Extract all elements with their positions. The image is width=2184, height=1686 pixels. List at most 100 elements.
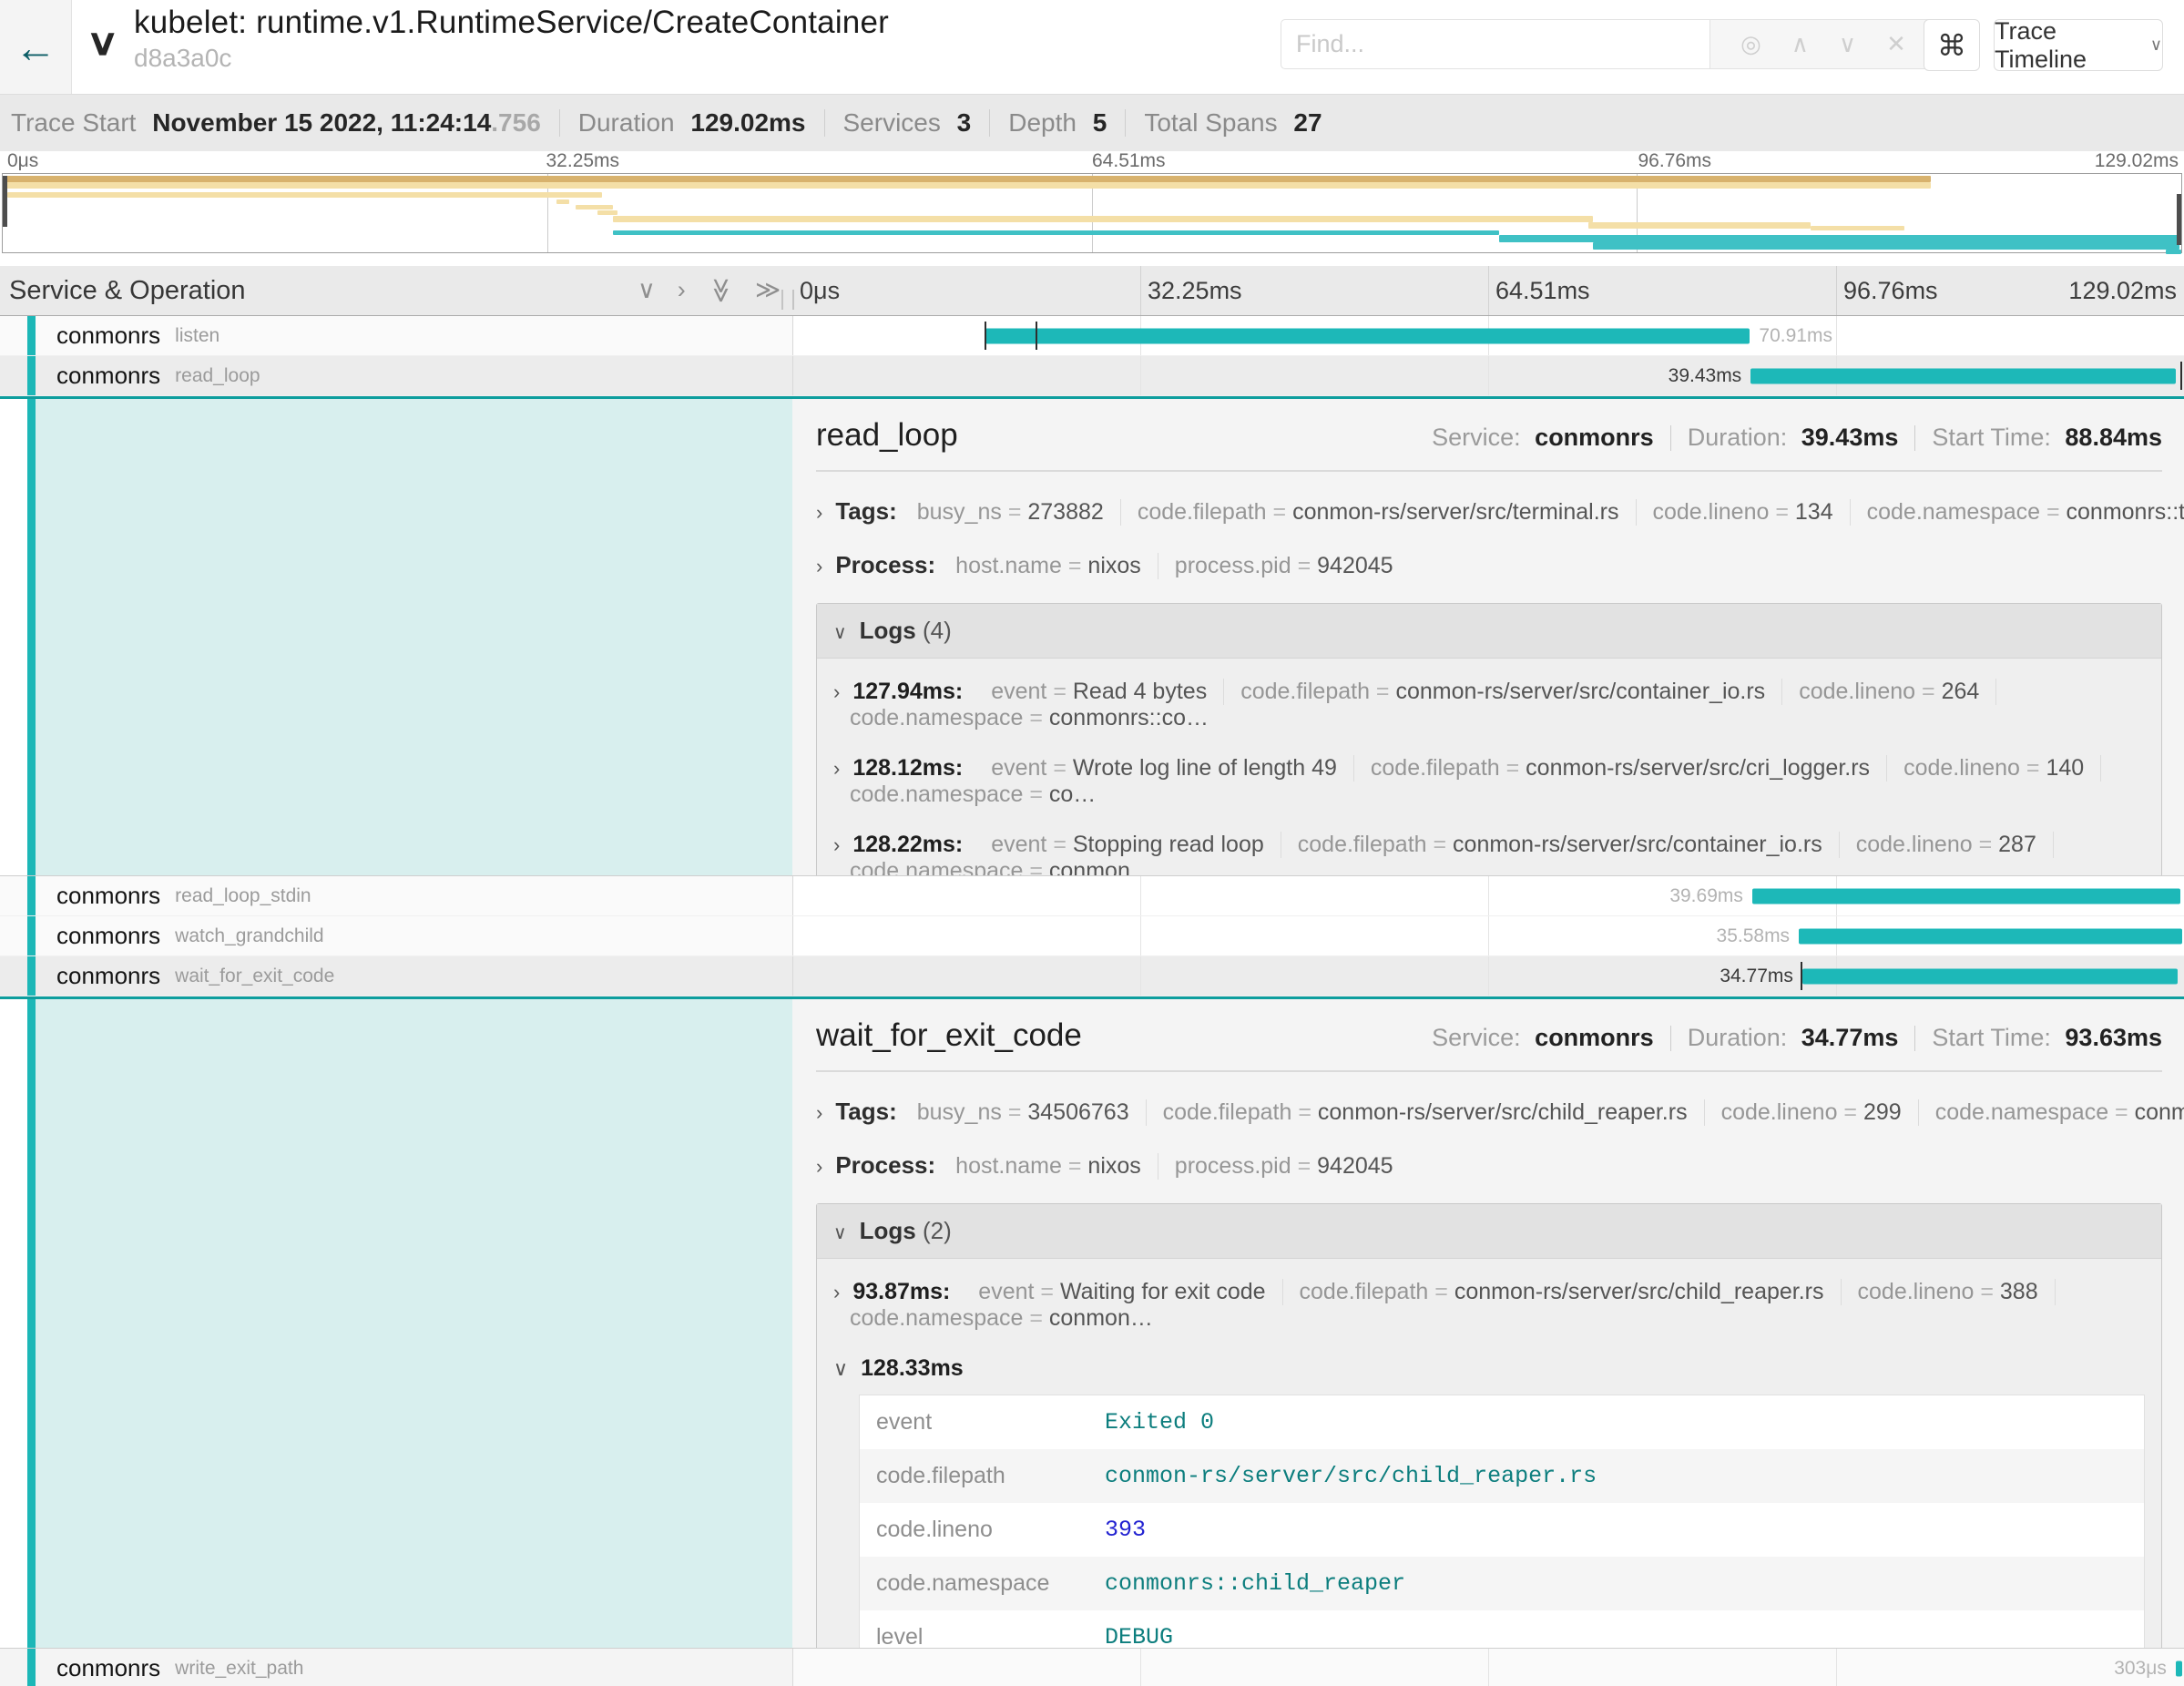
span-timeline-cell[interactable]: 39.43ms [792,356,2184,395]
divider [559,109,560,137]
service-color-indicator [27,876,36,915]
span-meta: Service: conmonrsDuration: 34.77msStart … [1432,1024,2162,1052]
logs-header[interactable]: ∨Logs (2) [817,1204,2161,1259]
span-duration-bar[interactable] [2176,1660,2182,1676]
divider [1914,425,1915,451]
back-button[interactable]: ← [0,0,72,94]
span-timeline-cell[interactable]: 35.58ms [792,916,2184,955]
view-selector-label: Trace Timeline [1995,17,2141,74]
log-field-row: code.namespaceconmonrs::child_reaper [860,1557,2145,1610]
logs-count: (4) [923,617,952,644]
log-field-key: code.filepath [860,1449,1089,1503]
log-timestamp: 128.22ms: [852,832,969,858]
chevron-right-icon: › [833,833,840,857]
kv-value: 942045 [1317,553,1393,578]
minimap-span-bar [3,182,1931,189]
page-header: ← ∨ kubelet: runtime.v1.RuntimeService/C… [0,0,2184,94]
log-field-value: Exited 0 [1088,1395,2145,1450]
operation-name: read_loop [175,365,260,387]
process-row[interactable]: ›Process:host.name = nixosprocess.pid = … [816,551,2162,579]
kv-key: event [991,832,1046,857]
collapse-one-icon[interactable]: ∨ [638,277,656,304]
span-timeline-cell[interactable]: 303μs [792,1649,2184,1686]
span-row-read_loop[interactable]: conmonrsread_loop39.43ms [0,356,2184,396]
column-boundary-line [792,316,793,355]
view-selector-button[interactable]: Trace Timeline ∨ [1994,19,2163,71]
timeline-tick-label: 32.25ms [1148,277,1242,305]
span-duration-bar[interactable] [1752,888,2180,904]
span-name-cell[interactable]: conmonrsread_loop [0,356,792,395]
span-row-watch_grandchild[interactable]: conmonrswatch_grandchild35.58ms [0,916,2184,956]
tags-row[interactable]: ›Tags:busy_ns = 273882code.filepath = co… [816,497,2162,526]
timeline-gridline [1836,316,1837,355]
minimap-right-scrubber[interactable] [2177,194,2181,245]
locate-match-icon[interactable]: ◎ [1740,30,1761,58]
log-field-row: code.filepathconmon-rs/server/src/child_… [860,1449,2145,1503]
log-field-pill: code.namespace = conmon… [833,858,1169,875]
minimap-span-bar [597,210,617,215]
log-entry[interactable]: ›128.12ms: event = Wrote log line of len… [817,735,2161,812]
span-row-read_loop_stdin[interactable]: conmonrsread_loop_stdin39.69ms [0,876,2184,916]
expand-one-icon[interactable]: › [678,277,686,304]
detail-title-row: wait_for_exit_codeService: conmonrsDurat… [816,1017,2162,1054]
detail-title-row: read_loop Service: conmonrsDuration: 39.4… [816,417,2162,454]
log-entry[interactable]: ›128.22ms: event = Stopping read loopcod… [817,812,2161,875]
minimap-span-bar [556,199,569,204]
span-name-cell[interactable]: conmonrswait_for_exit_code [0,956,792,996]
span-timeline-cell[interactable]: 39.69ms [792,876,2184,915]
tags-row[interactable]: ›Tags:busy_ns = 34506763code.filepath = … [816,1098,2162,1126]
meta-value: 88.84ms [2065,424,2162,452]
chevron-right-icon: › [833,757,840,781]
process-label: Process: [835,551,935,579]
span-duration-bar[interactable] [1799,928,2182,944]
collapse-header-icon[interactable]: ∨ [86,22,119,64]
span-timeline-cell[interactable]: 34.77ms [792,956,2184,996]
kv-key: code.namespace [850,1305,1023,1331]
span-row-listen[interactable]: conmonrslisten70.91ms [0,316,2184,356]
log-entry[interactable]: ›93.87ms: event = Waiting for exit codec… [817,1259,2161,1335]
span-name-cell[interactable]: conmonrswrite_exit_path [0,1649,792,1686]
chevron-right-icon: › [816,501,822,525]
summary-value: 27 [1293,108,1322,138]
span-duration-bar[interactable] [1750,368,2176,383]
next-match-icon[interactable]: ∨ [1839,30,1856,58]
log-entry[interactable]: ∨128.33ms [817,1335,2161,1385]
divider [989,109,990,137]
kv-key: code.lineno [1856,832,1973,857]
minimap-left-scrubber[interactable] [3,176,7,227]
log-entry[interactable]: ›127.94ms: event = Read 4 bytescode.file… [817,659,2161,735]
collapse-all-icon[interactable]: ≫ [707,278,734,303]
kv-equals: = [2020,755,2046,781]
span-row-write_exit_path[interactable]: conmonrswrite_exit_path303μs [0,1649,2184,1686]
process-row[interactable]: ›Process:host.name = nixosprocess.pid = … [816,1151,2162,1180]
kv-value: conmon-rs/server/src/container_io.rs [1395,679,1765,704]
keyboard-shortcuts-button[interactable]: ⌘ [1924,19,1980,71]
kv-value: conmon-rs/server/src/cri_logger.rs [1526,755,1870,781]
span-name-cell[interactable]: conmonrslisten [0,316,792,355]
minimap-canvas[interactable] [2,173,2182,253]
span-timeline-cell[interactable]: 70.91ms [792,316,2184,355]
service-name: conmonrs [56,882,160,910]
minimap-span-bar [613,230,1500,235]
clear-find-icon[interactable]: ✕ [1886,30,1906,58]
span-name-cell[interactable]: conmonrswatch_grandchild [0,916,792,955]
find-input[interactable] [1281,19,1709,69]
expand-all-icon[interactable]: ≫ [755,277,781,304]
process-pill: process.pid = 942045 [1158,1153,1410,1180]
chevron-right-icon: › [816,1101,822,1125]
span-duration-bar[interactable] [985,328,1750,343]
tag-pill: busy_ns = 273882 [901,499,1121,526]
span-duration-bar[interactable] [1802,968,2178,984]
column-resize-handle[interactable] [781,290,794,310]
logs-section: ∨Logs (2)›93.87ms: event = Waiting for e… [816,1203,2162,1648]
span-name: read_loop [816,417,958,454]
span-meta: Service: conmonrsDuration: 39.43msStart … [1432,424,2162,452]
span-row-wait_for_exit_code[interactable]: conmonrswait_for_exit_code34.77ms [0,956,2184,996]
operation-name: listen [175,325,219,347]
span-name-cell[interactable]: conmonrsread_loop_stdin [0,876,792,915]
prev-match-icon[interactable]: ∧ [1791,30,1809,58]
chevron-down-icon: ∨ [833,623,847,643]
timeline-tick-label: 129.02ms [2068,277,2177,305]
summary-value-muted: .756 [491,108,541,138]
logs-header[interactable]: ∨Logs (4) [817,604,2161,659]
